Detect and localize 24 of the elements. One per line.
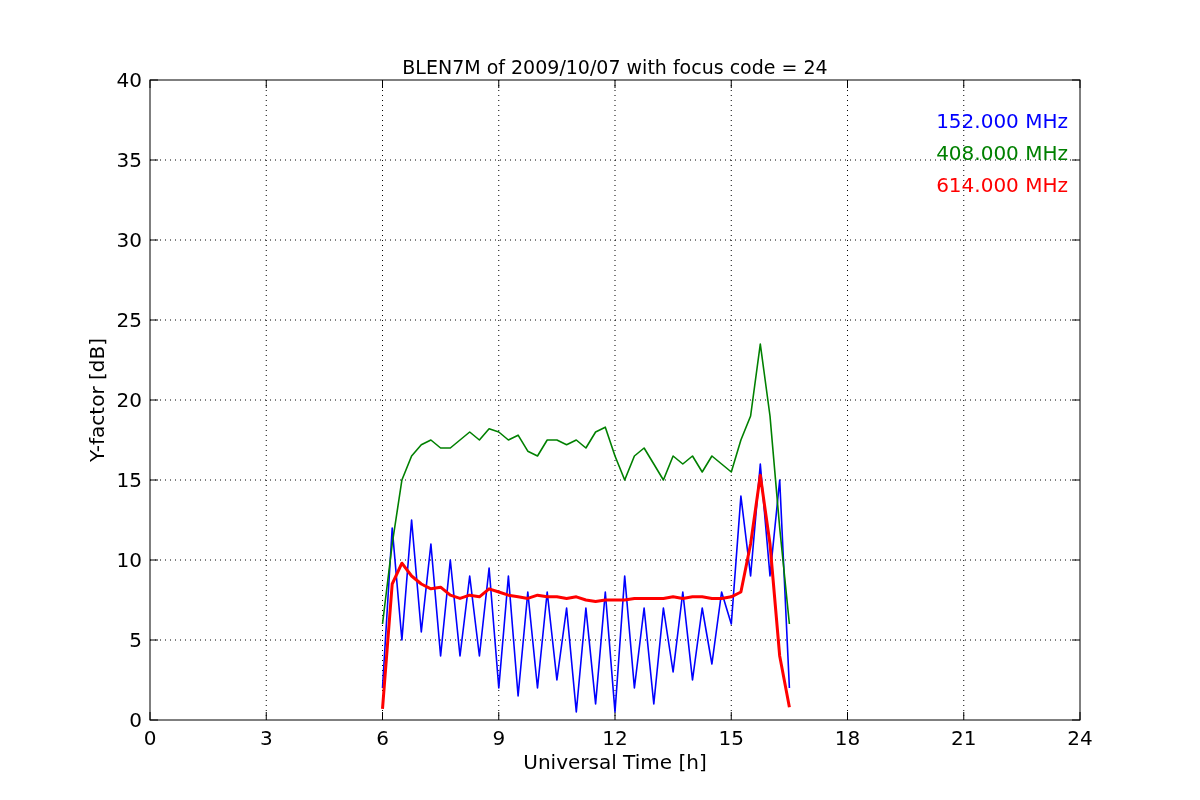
y-tick-label: 5 (129, 628, 142, 652)
x-tick-label: 3 (259, 726, 273, 750)
x-tick-label: 21 (951, 726, 977, 750)
legend-label: 152.000 MHz (936, 109, 1068, 133)
y-tick-label: 15 (116, 468, 142, 492)
legend-label: 408.000 MHz (936, 141, 1068, 165)
y-tick-label: 0 (129, 708, 142, 732)
y-tick-label: 30 (116, 228, 142, 252)
x-tick-label: 0 (143, 726, 157, 750)
x-tick-label: 6 (376, 726, 389, 750)
y-tick-label: 10 (116, 548, 142, 572)
y-tick-label: 40 (116, 68, 142, 92)
chart-title: BLEN7M of 2009/10/07 with focus code = 24 (402, 56, 828, 78)
x-tick-label: 12 (602, 726, 628, 750)
y-tick-label: 35 (116, 148, 142, 172)
y-axis-label: Y-factor [dB] (85, 338, 109, 462)
x-tick-label: 18 (834, 726, 861, 750)
y-tick-label: 20 (116, 388, 142, 412)
x-tick-label: 15 (718, 726, 744, 750)
x-tick-label: 9 (492, 726, 506, 750)
x-tick-label: 24 (1067, 726, 1093, 750)
x-axis-label: Universal Time [h] (523, 750, 707, 774)
y-tick-label: 25 (116, 308, 142, 332)
legend-label: 614.000 MHz (936, 173, 1068, 197)
